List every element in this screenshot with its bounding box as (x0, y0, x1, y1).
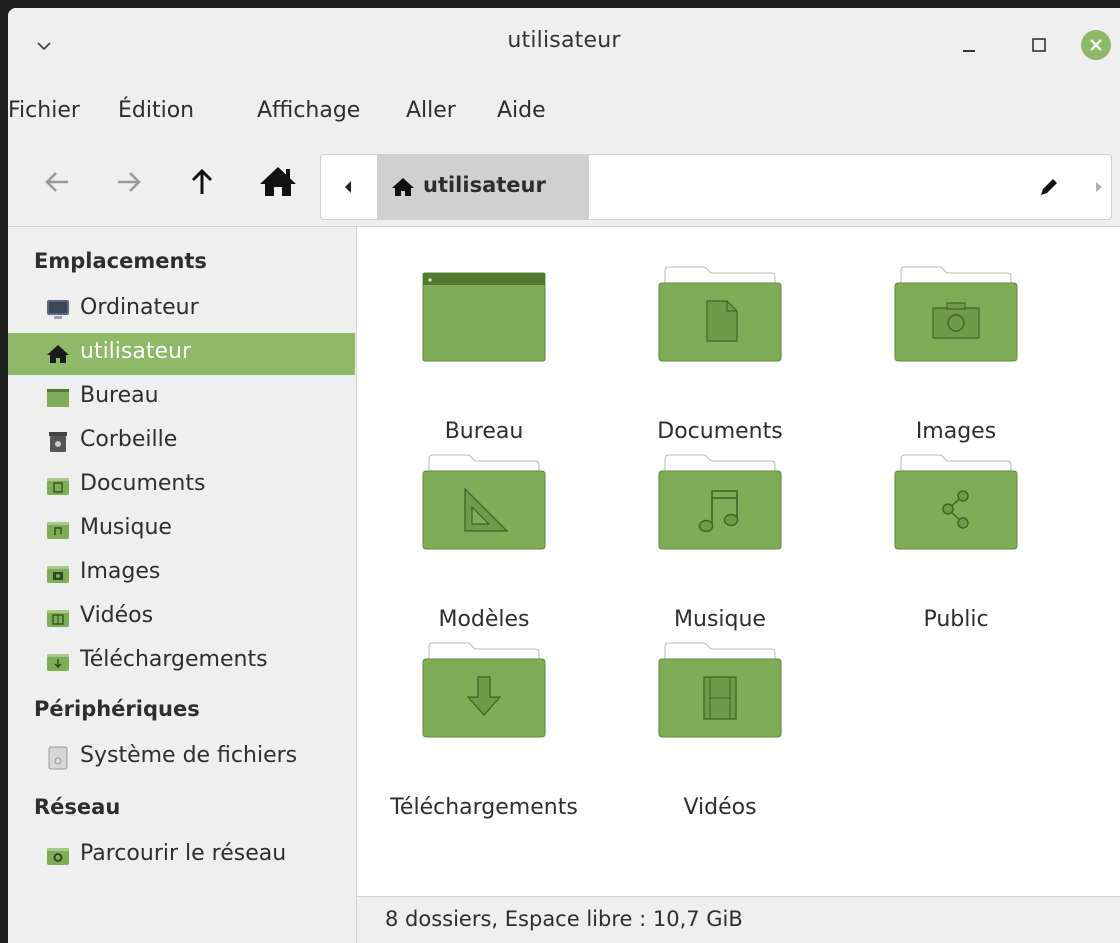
path-crumb-utilisateur[interactable]: utilisateur (377, 155, 589, 219)
desktop-folder-icon (46, 386, 70, 410)
pictures-folder-icon (46, 562, 70, 586)
home-icon[interactable] (256, 160, 300, 204)
sidebar-item-images[interactable]: Images (8, 553, 355, 595)
sidebar-item-parcourir-le-reseau[interactable]: Parcourir le réseau (8, 835, 355, 877)
sidebar-item-musique[interactable]: Musique (8, 509, 355, 551)
public-share-folder-icon (894, 454, 1018, 550)
menu-bar: Fichier Édition Affichage Aller Aide (8, 82, 1120, 142)
icon-view[interactable]: Bureau Documents Images Modèles Musique … (357, 227, 1120, 896)
desktop-folder-icon (422, 272, 546, 362)
sidebar-heading-peripheriques: Périphériques (34, 697, 200, 721)
folder-documents[interactable]: Documents (605, 263, 835, 444)
path-scroll-left-icon[interactable] (321, 155, 375, 219)
arrow-right-icon[interactable] (106, 160, 150, 204)
sidebar-item-label: Musique (80, 515, 172, 540)
sidebar-item-label: Vidéos (80, 603, 154, 628)
pictures-folder-icon (894, 266, 1018, 362)
sidebar: Emplacements Ordinateur utilisateur Bure… (8, 227, 357, 943)
trash-icon (46, 430, 70, 454)
documents-folder-icon (658, 266, 782, 362)
title-bar[interactable]: utilisateur (8, 8, 1120, 82)
music-folder-icon (658, 454, 782, 550)
maximize-button[interactable] (1024, 30, 1054, 60)
templates-folder-icon (422, 454, 546, 550)
path-crumb-label: utilisateur (423, 173, 546, 197)
sidebar-item-systeme-de-fichiers[interactable]: Système de fichiers (8, 737, 355, 779)
sidebar-item-label: Ordinateur (80, 295, 199, 320)
folder-telechargements[interactable]: Téléchargements (369, 639, 599, 820)
menu-aller[interactable]: Aller (406, 98, 456, 123)
toolbar: utilisateur (8, 142, 1120, 227)
computer-icon (46, 298, 70, 322)
folder-musique[interactable]: Musique (605, 451, 835, 632)
folder-label: Téléchargements (390, 795, 578, 820)
sidebar-item-videos[interactable]: Vidéos (8, 597, 355, 639)
home-icon (46, 342, 70, 366)
videos-folder-icon (658, 642, 782, 738)
sidebar-item-label: Images (80, 559, 161, 584)
arrow-left-icon[interactable] (36, 160, 80, 204)
sidebar-item-label: Documents (80, 471, 206, 496)
sidebar-item-label: Bureau (80, 383, 159, 408)
folder-label: Musique (674, 607, 766, 632)
sidebar-item-label: Parcourir le réseau (80, 841, 287, 866)
path-scroll-right-icon[interactable] (1089, 175, 1109, 199)
music-folder-icon (46, 518, 70, 542)
file-manager-window: utilisateur Fichier Édition Affichage Al… (8, 8, 1120, 943)
folder-label: Bureau (444, 419, 524, 444)
sidebar-item-label: Système de fichiers (80, 743, 298, 768)
menu-fichier[interactable]: Fichier (8, 98, 80, 123)
folder-label: Documents (657, 419, 783, 444)
folder-modeles[interactable]: Modèles (369, 451, 599, 632)
drive-icon (46, 746, 70, 770)
minimize-button[interactable] (954, 30, 984, 60)
status-bar: 8 dossiers, Espace libre : 10,7 GiB (357, 896, 1120, 943)
menu-edition[interactable]: Édition (118, 98, 194, 123)
menu-aide[interactable]: Aide (497, 98, 546, 123)
sidebar-item-documents[interactable]: Documents (8, 465, 355, 507)
downloads-folder-icon (422, 642, 546, 738)
arrow-up-icon[interactable] (180, 160, 224, 204)
folder-public[interactable]: Public (841, 451, 1071, 632)
folder-images[interactable]: Images (841, 263, 1071, 444)
documents-folder-icon (46, 474, 70, 498)
home-icon (391, 175, 415, 199)
sidebar-heading-emplacements: Emplacements (34, 249, 207, 273)
close-button[interactable] (1080, 29, 1112, 61)
downloads-folder-icon (46, 650, 70, 674)
folder-videos[interactable]: Vidéos (605, 639, 835, 820)
folder-label: Vidéos (683, 795, 757, 820)
sidebar-item-bureau[interactable]: Bureau (8, 377, 355, 419)
status-text: 8 dossiers, Espace libre : 10,7 GiB (385, 907, 743, 931)
network-folder-icon (46, 844, 70, 868)
sidebar-item-label: Corbeille (80, 427, 178, 452)
sidebar-item-corbeille[interactable]: Corbeille (8, 421, 355, 463)
sidebar-item-ordinateur[interactable]: Ordinateur (8, 289, 355, 331)
sidebar-item-label: Téléchargements (80, 647, 268, 672)
menu-affichage[interactable]: Affichage (257, 98, 360, 123)
folder-label: Public (923, 607, 989, 632)
sidebar-item-utilisateur[interactable]: utilisateur (8, 333, 355, 375)
sidebar-item-label: utilisateur (80, 339, 191, 364)
folder-bureau[interactable]: Bureau (369, 263, 599, 444)
sidebar-item-telechargements[interactable]: Téléchargements (8, 641, 355, 683)
pencil-icon[interactable] (1037, 175, 1061, 199)
folder-label: Modèles (438, 607, 530, 632)
sidebar-heading-reseau: Réseau (34, 795, 121, 819)
folder-label: Images (915, 419, 997, 444)
videos-folder-icon (46, 606, 70, 630)
path-bar[interactable]: utilisateur (320, 154, 1112, 220)
